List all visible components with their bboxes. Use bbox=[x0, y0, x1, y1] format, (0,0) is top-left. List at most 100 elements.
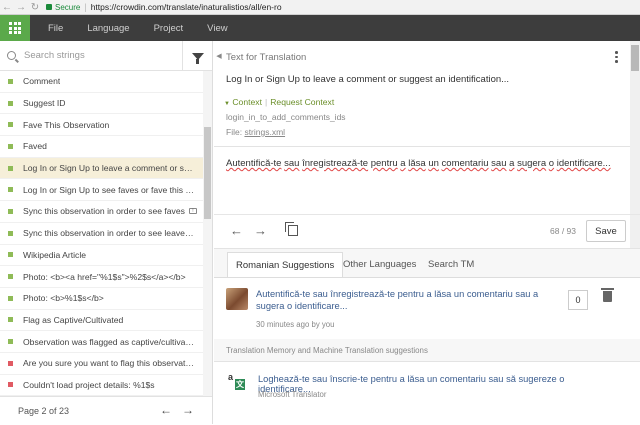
forward-arrow-icon[interactable]: → bbox=[14, 2, 28, 13]
search-bar bbox=[0, 41, 212, 71]
translation-word: Autentifică-te bbox=[226, 158, 282, 169]
menu-view[interactable]: View bbox=[207, 23, 227, 34]
scrollbar-thumb[interactable] bbox=[204, 127, 211, 219]
tab-search-tm[interactable]: Search TM bbox=[420, 252, 482, 277]
translation-word: sau bbox=[491, 158, 507, 169]
suggestion-tabs: Romanian Suggestions Other Languages Sea… bbox=[214, 249, 640, 277]
translation-word: sau bbox=[284, 158, 300, 169]
status-indicator bbox=[8, 122, 13, 128]
browser-toolbar: ← → ↻ Secure | https://crowdin.com/trans… bbox=[0, 0, 640, 15]
secure-indicator[interactable]: Secure bbox=[46, 3, 80, 12]
string-text: Comment bbox=[23, 76, 61, 87]
tab-romanian-suggestions[interactable]: Romanian Suggestions bbox=[227, 252, 344, 277]
search-input[interactable] bbox=[24, 50, 174, 61]
status-indicator bbox=[8, 78, 13, 84]
string-list-item[interactable]: Are you sure you want to flag this obser… bbox=[0, 353, 203, 375]
string-list-item[interactable]: Observation was flagged as captive/culti… bbox=[0, 331, 203, 353]
status-indicator bbox=[8, 274, 13, 280]
secure-label: Secure bbox=[55, 2, 81, 12]
tm-section-header: Translation Memory and Machine Translati… bbox=[226, 346, 428, 355]
back-arrow-icon[interactable]: ← bbox=[0, 2, 14, 13]
copy-source-icon[interactable] bbox=[285, 222, 298, 236]
translation-word: a bbox=[400, 158, 406, 169]
request-context-link[interactable]: Request Context bbox=[270, 97, 334, 107]
grid-icon bbox=[9, 22, 21, 34]
string-list-item[interactable]: Couldn't load project details: %1$s bbox=[0, 375, 203, 396]
next-page-icon[interactable]: → bbox=[182, 403, 194, 417]
editor-toolbar: ← → 68 / 93 Save bbox=[214, 215, 640, 247]
save-button[interactable]: Save bbox=[586, 220, 626, 242]
suggestion-text[interactable]: Autentifică-te sau înregistrează-te pent… bbox=[256, 288, 556, 312]
string-text: Sync this observation in order to see fa… bbox=[23, 206, 185, 217]
app-top-nav: File Language Project View bbox=[0, 15, 640, 41]
strings-list: Comment Suggest ID Fave This Observation Fa… bbox=[0, 71, 203, 396]
status-indicator bbox=[8, 230, 13, 236]
strings-sidebar: Comment Suggest ID Fave This Observation Fa… bbox=[0, 41, 213, 424]
status-indicator bbox=[8, 208, 13, 214]
string-list-item[interactable]: Flag as Captive/Cultivated bbox=[0, 310, 203, 332]
tm-suggestion-item[interactable]: a文 Loghează-te sau înscrie-te pentru a l… bbox=[214, 361, 640, 425]
editor-panel: ◀ Text for Translation Log In or Sign Up… bbox=[214, 41, 640, 425]
translation-word: o bbox=[548, 158, 555, 169]
status-indicator bbox=[8, 317, 13, 323]
string-text: Flag as Captive/Cultivated bbox=[23, 314, 124, 325]
menu-language[interactable]: Language bbox=[87, 23, 129, 34]
suggestion-item[interactable]: Autentifică-te sau înregistrează-te pent… bbox=[214, 277, 640, 339]
menu-project[interactable]: Project bbox=[154, 23, 184, 34]
string-list-item[interactable]: Faved bbox=[0, 136, 203, 158]
string-list-item[interactable]: Photo: <b>%1$s</b> bbox=[0, 288, 203, 310]
string-list-item[interactable]: Log In or Sign Up to leave a comment or … bbox=[0, 157, 203, 180]
translate-icon: a文 bbox=[228, 372, 245, 390]
translation-word: comentariu bbox=[441, 158, 489, 169]
translation-word: un bbox=[428, 158, 439, 169]
string-text: Log In or Sign Up to leave a comment or … bbox=[23, 163, 195, 174]
file-label: File: bbox=[226, 127, 243, 137]
trash-icon[interactable] bbox=[601, 288, 614, 302]
string-key: login_in_to_add_comments_ids bbox=[226, 112, 346, 122]
filter-button[interactable] bbox=[182, 41, 212, 71]
string-text: Photo: <b>%1$s</b> bbox=[23, 293, 104, 304]
source-string: Log In or Sign Up to leave a comment or … bbox=[226, 74, 510, 85]
string-list-item[interactable]: Photo: <b><a href="%1$s">%2$s</a></b> bbox=[0, 266, 203, 288]
context-toggle[interactable]: Context bbox=[232, 97, 262, 107]
comment-icon[interactable]: ! bbox=[189, 208, 197, 215]
translation-word: a bbox=[509, 158, 515, 169]
string-list-item[interactable]: Sync this observation in order to see fa… bbox=[0, 201, 203, 223]
string-list-item[interactable]: Log In or Sign Up to see faves or fave t… bbox=[0, 179, 203, 202]
app-grid-button[interactable] bbox=[0, 15, 30, 41]
string-list-item[interactable]: Wikipedia Article bbox=[0, 245, 203, 267]
translation-textarea[interactable]: Autentifică-te sau înregistrează-te pent… bbox=[226, 158, 621, 169]
menu-file[interactable]: File bbox=[48, 23, 63, 34]
string-list-item[interactable]: Comment bbox=[0, 71, 203, 93]
string-list-item[interactable]: Sync this observation in order to see le… bbox=[0, 223, 203, 245]
reload-icon[interactable]: ↻ bbox=[28, 2, 42, 13]
string-text: Are you sure you want to flag this obser… bbox=[23, 358, 195, 369]
strings-scrollbar[interactable] bbox=[203, 71, 212, 396]
prev-page-icon[interactable]: ← bbox=[160, 403, 172, 417]
translation-word: identificare... bbox=[556, 158, 611, 169]
tab-other-languages[interactable]: Other Languages bbox=[335, 252, 424, 277]
previous-string-icon[interactable]: ← bbox=[230, 223, 243, 238]
vote-count[interactable]: 0 bbox=[568, 290, 588, 310]
suggestions-panel: Romanian Suggestions Other Languages Sea… bbox=[214, 248, 640, 425]
string-text: Faved bbox=[23, 141, 47, 152]
divider bbox=[214, 146, 630, 147]
collapse-sidebar-icon[interactable]: ◀ bbox=[214, 41, 224, 71]
avatar bbox=[226, 288, 248, 310]
status-indicator bbox=[8, 295, 13, 301]
source-header: Text for Translation bbox=[226, 52, 307, 63]
file-link[interactable]: strings.xml bbox=[244, 127, 285, 137]
search-icon bbox=[7, 51, 16, 60]
address-bar[interactable]: https://crowdin.com/translate/inaturalis… bbox=[91, 2, 282, 12]
string-list-item[interactable]: Fave This Observation bbox=[0, 114, 203, 137]
string-text: Observation was flagged as captive/culti… bbox=[23, 336, 195, 347]
right-scrollbar-thumb[interactable] bbox=[631, 45, 639, 71]
url-separator: | bbox=[84, 2, 87, 12]
more-options-icon[interactable] bbox=[615, 51, 618, 63]
string-list-item[interactable]: Suggest ID bbox=[0, 93, 203, 115]
next-string-icon[interactable]: → bbox=[254, 223, 267, 238]
status-indicator bbox=[8, 187, 13, 193]
character-counter: 68 / 93 bbox=[550, 226, 576, 236]
lock-icon bbox=[46, 4, 52, 10]
status-indicator bbox=[8, 165, 13, 171]
